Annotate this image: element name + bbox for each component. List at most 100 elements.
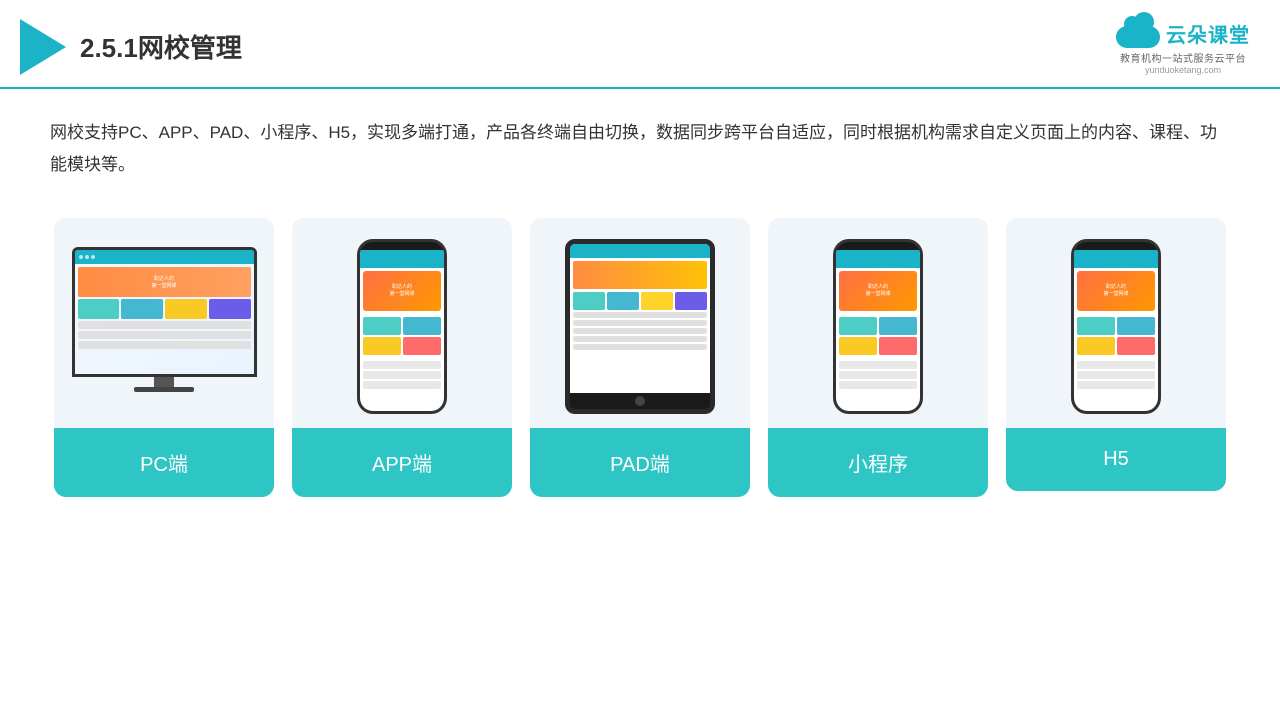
tablet-grid-4 [675,292,707,310]
header: 2.5.1网校管理 云朵课堂 教育机构一站式服务云平台 yunduoketang… [0,0,1280,89]
card-label-pad: PAD端 [530,428,750,497]
phone-grid-app [360,314,444,358]
pc-banner-text: 职达人的第一堂网课 [151,275,176,289]
phone-banner-app: 职达人的第一堂网课 [363,271,441,311]
phone-list-miniapp-1 [839,361,917,369]
phone-grid-app-4 [403,337,441,355]
phone-grid-miniapp [836,314,920,358]
tablet-grid-3 [641,292,673,310]
card-label-pc: PC端 [54,428,274,497]
phone-list-h5-3 [1077,381,1155,389]
card-pad[interactable]: PAD端 [530,218,750,497]
phone-screen-app: 职达人的第一堂网课 [360,250,444,411]
card-h5[interactable]: 职达人的第一堂网课 [1006,218,1226,491]
tablet-grid [573,292,707,310]
pc-mockup: 职达人的第一堂网课 [69,247,259,407]
pc-banner: 职达人的第一堂网课 [78,267,251,297]
main-content: 网校支持PC、APP、PAD、小程序、H5，实现多端打通，产品各终端自由切换，数… [0,89,1280,517]
tablet-content [570,258,710,353]
tablet-grid-2 [607,292,639,310]
phone-banner-miniapp: 职达人的第一堂网课 [839,271,917,311]
phone-grid-h5-3 [1077,337,1115,355]
pc-dot-2 [85,255,89,259]
phone-mockup-miniapp: 职达人的第一堂网课 [833,239,923,414]
tablet-screen-header [570,244,710,258]
pc-grid-4 [209,299,251,319]
pc-dot-3 [91,255,95,259]
pc-list-2 [78,331,251,339]
phone-grid-app-3 [363,337,401,355]
tablet-row-2 [573,320,707,326]
card-image-pad [530,218,750,428]
pc-grid-2 [121,299,163,319]
phone-grid-h5-4 [1117,337,1155,355]
pc-grid-1 [78,299,120,319]
phone-grid-h5 [1074,314,1158,358]
phone-grid-app-1 [363,317,401,335]
logo-domain: yunduoketang.com [1145,65,1221,75]
phone-list-miniapp-2 [839,371,917,379]
pc-dot-1 [79,255,83,259]
pc-list-1 [78,321,251,329]
card-label-h5: H5 [1006,428,1226,491]
phone-screen-miniapp: 职达人的第一堂网课 [836,250,920,411]
card-image-app: 职达人的第一堂网课 [292,218,512,428]
page-title: 2.5.1网校管理 [80,28,242,65]
phone-grid-miniapp-2 [879,317,917,335]
card-label-miniapp: 小程序 [768,428,988,497]
cloud-icon [1116,18,1160,48]
card-app[interactable]: 职达人的第一堂网课 [292,218,512,497]
phone-list-app-3 [363,381,441,389]
tablet-grid-1 [573,292,605,310]
pc-grid [78,299,251,319]
phone-header-miniapp [836,250,920,268]
phone-screen-h5: 职达人的第一堂网课 [1074,250,1158,411]
phone-notch-miniapp [864,242,892,250]
pc-screen-inner: 职达人的第一堂网课 [75,250,254,374]
pc-stand [154,377,174,387]
phone-list-miniapp-3 [839,381,917,389]
phone-list-app [360,358,444,392]
tablet-home-button [635,396,645,406]
phone-list-app-2 [363,371,441,379]
header-left: 2.5.1网校管理 [20,19,242,75]
phone-header-h5 [1074,250,1158,268]
brand-logo: 云朵课堂 教育机构一站式服务云平台 yunduoketang.com [1116,18,1250,75]
phone-mockup-h5: 职达人的第一堂网课 [1071,239,1161,414]
tablet-row-4 [573,336,707,342]
tablet-screen [570,244,710,393]
pc-content-rows: 职达人的第一堂网课 [75,264,254,352]
card-label-app: APP端 [292,428,512,497]
tablet-mockup [565,239,715,414]
card-miniapp[interactable]: 职达人的第一堂网课 [768,218,988,497]
phone-header-app [360,250,444,268]
phone-banner-h5: 职达人的第一堂网课 [1077,271,1155,311]
phone-list-miniapp [836,358,920,392]
phone-grid-miniapp-4 [879,337,917,355]
phone-mockup-app: 职达人的第一堂网课 [357,239,447,414]
triangle-logo [20,19,66,75]
cloud-shape [1116,26,1160,48]
logo-subtitle: 教育机构一站式服务云平台 [1120,50,1246,65]
phone-grid-h5-1 [1077,317,1115,335]
phone-list-app-1 [363,361,441,369]
tablet-row-1 [573,312,707,318]
phone-banner-text-app: 职达人的第一堂网课 [387,282,416,300]
tablet-rows [573,312,707,350]
phone-list-h5-2 [1077,371,1155,379]
phone-banner-text-h5: 职达人的第一堂网课 [1101,282,1130,300]
logo-name: 云朵课堂 [1166,19,1250,48]
cards-container: 职达人的第一堂网课 [50,218,1230,497]
pc-screen-frame: 职达人的第一堂网课 [72,247,257,377]
cloud-logo-wrap: 云朵课堂 [1116,18,1250,48]
phone-grid-h5-2 [1117,317,1155,335]
tablet-row-3 [573,328,707,334]
card-image-pc: 职达人的第一堂网课 [54,218,274,428]
card-pc[interactable]: 职达人的第一堂网课 [54,218,274,497]
phone-grid-app-2 [403,317,441,335]
phone-grid-miniapp-1 [839,317,877,335]
tablet-row-5 [573,344,707,350]
card-image-h5: 职达人的第一堂网课 [1006,218,1226,428]
phone-notch-app [388,242,416,250]
pc-list-3 [78,341,251,349]
